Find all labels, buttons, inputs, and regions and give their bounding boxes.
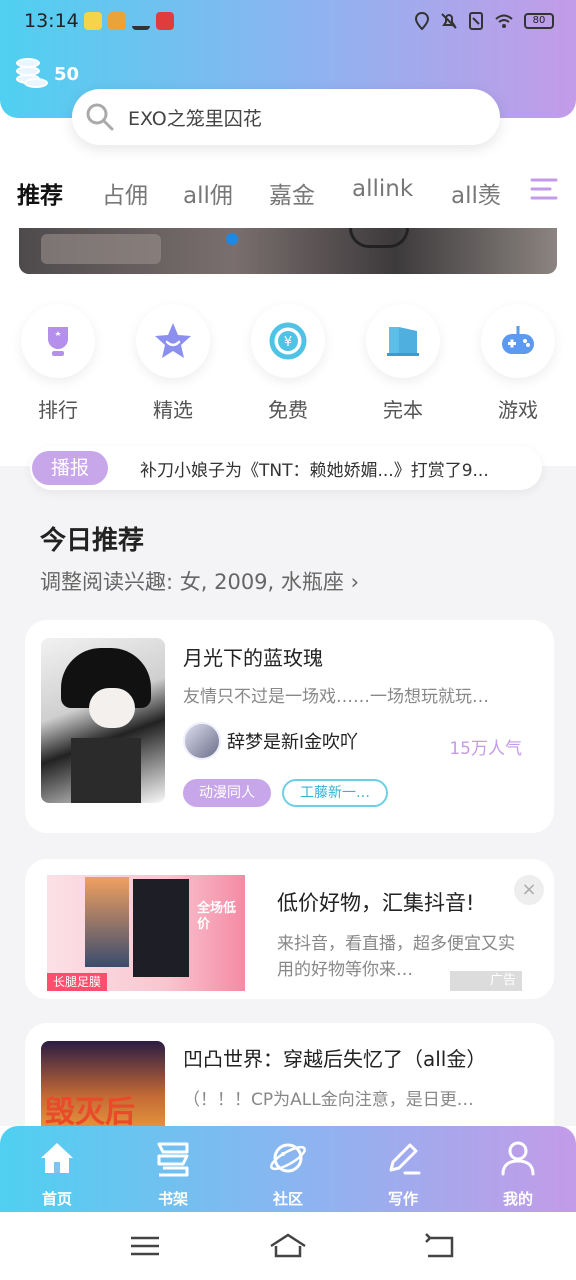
promo-banner[interactable] — [19, 228, 557, 274]
quick-free[interactable]: ¥ 免费 — [251, 304, 325, 423]
location-icon — [414, 12, 430, 30]
author-name: 辞梦是新l金吹吖 — [227, 732, 359, 753]
nav-write[interactable]: 写作 — [363, 1138, 443, 1209]
bottom-navigation: 首页 书架 社区 写作 我的 — [0, 1126, 576, 1212]
close-icon[interactable]: × — [514, 875, 544, 905]
genre-tag[interactable]: 动漫同人 — [183, 779, 271, 807]
tab-jiajin[interactable]: 嘉金 — [269, 176, 315, 210]
coin-balance[interactable]: 50 — [14, 58, 79, 90]
ad-title: 低价好物，汇集抖音! — [277, 891, 475, 915]
book-description: 友情只不过是一场戏……一场想玩就玩… — [183, 687, 489, 707]
app-notification-icon — [108, 12, 126, 30]
user-icon — [501, 1141, 535, 1176]
book-icon — [366, 304, 440, 378]
quick-label: 完本 — [383, 398, 423, 422]
section-title: 今日推荐 — [40, 526, 145, 556]
video-app-icon — [156, 12, 174, 30]
tab-allink[interactable]: allink — [352, 176, 413, 202]
menu-icon[interactable] — [125, 1230, 165, 1262]
status-bar: 13:14 80 — [0, 0, 576, 44]
nav-label: 书架 — [157, 1190, 188, 1208]
author-info: 辞梦是新l金吹吖 — [183, 722, 358, 760]
tab-all-xian[interactable]: all羡 — [451, 176, 501, 210]
category-menu-icon[interactable] — [526, 172, 562, 208]
trophy-icon — [21, 304, 95, 378]
status-indicators: 80 — [414, 12, 554, 30]
cover-art — [71, 738, 141, 803]
notification-icons — [84, 12, 174, 30]
avatar — [183, 722, 221, 760]
banner-artwork — [41, 234, 161, 264]
quick-games[interactable]: 游戏 — [481, 304, 555, 423]
quick-completed[interactable]: 完本 — [366, 304, 440, 423]
character-tag[interactable]: 工藤新一… — [282, 779, 388, 807]
app-notification-icon — [84, 12, 102, 30]
nav-label: 社区 — [272, 1190, 303, 1208]
status-time: 13:14 — [24, 10, 79, 32]
battery-indicator: 80 — [524, 13, 554, 29]
book-title: 凹凸世界：穿越后失忆了（all金） — [183, 1047, 487, 1071]
ad-image: 全场低价 长腿足膜 — [47, 875, 245, 991]
home-button-icon[interactable] — [268, 1230, 308, 1262]
book-cover-image — [41, 638, 165, 803]
popularity-count: 15万人气 — [449, 739, 522, 759]
reading-preference-link[interactable]: 调整阅读兴趣: 女, 2009, 水瓶座 › — [40, 566, 359, 596]
pencil-icon — [389, 1143, 421, 1175]
nav-label: 首页 — [41, 1190, 72, 1208]
ad-card[interactable]: 全场低价 长腿足膜 低价好物，汇集抖音! 来抖音，看直播，超多便宜又实用的好物等… — [25, 859, 554, 999]
ad-label: 广告 — [450, 971, 522, 991]
ad-artwork — [85, 877, 129, 967]
coin-count: 50 — [54, 63, 80, 85]
quick-featured[interactable]: 精选 — [136, 304, 210, 423]
book-title: 月光下的蓝玫瑰 — [183, 646, 323, 670]
planet-icon — [270, 1143, 306, 1173]
search-bar[interactable]: EXO之笼里囚花 — [72, 89, 500, 145]
announcement-bar[interactable]: 播报 补刀小娘子为《TNT：赖她娇媚...》打赏了9... — [30, 446, 542, 490]
nav-bookshelf[interactable]: 书架 — [133, 1138, 213, 1209]
crown-icon — [132, 12, 150, 30]
tab-all-yong[interactable]: all佣 — [183, 176, 233, 210]
cover-art — [89, 688, 135, 728]
book-description: （！！！CP为ALL金向注意，是日更… — [183, 1090, 474, 1110]
search-query: EXO之笼里囚花 — [128, 107, 262, 130]
category-tabs: 推荐 占佣 all佣 嘉金 allink all羡 — [0, 168, 576, 224]
quick-label: 排行 — [38, 398, 78, 422]
coin-icon — [14, 58, 48, 90]
bookshelf-icon — [157, 1142, 189, 1177]
quick-label: 免费 — [268, 398, 308, 422]
home-icon — [41, 1143, 73, 1173]
search-icon — [86, 103, 114, 131]
mute-icon — [441, 13, 457, 29]
svg-text:¥: ¥ — [284, 335, 292, 350]
tab-recommend[interactable]: 推荐 — [17, 176, 63, 210]
quick-label: 精选 — [153, 398, 193, 422]
nav-community[interactable]: 社区 — [248, 1138, 328, 1209]
nav-label: 写作 — [387, 1190, 418, 1208]
system-navigation-bar — [0, 1212, 576, 1280]
ad-image-caption: 长腿足膜 — [47, 973, 107, 991]
free-yen-icon: ¥ — [251, 304, 325, 378]
quick-label: 游戏 — [498, 398, 538, 422]
quick-ranking[interactable]: 排行 — [21, 304, 95, 423]
nav-label: 我的 — [502, 1190, 533, 1208]
announcement-badge: 播报 — [32, 451, 108, 485]
sim-icon — [469, 12, 483, 30]
back-icon[interactable] — [420, 1230, 460, 1262]
banner-artwork — [349, 228, 409, 248]
book-card[interactable]: 月光下的蓝玫瑰 友情只不过是一场戏……一场想玩就玩… 辞梦是新l金吹吖 15万人… — [25, 620, 554, 833]
ad-artwork — [133, 879, 189, 977]
tab-zhanyong[interactable]: 占佣 — [102, 176, 148, 210]
nav-profile[interactable]: 我的 — [478, 1138, 558, 1209]
announcement-text: 补刀小娘子为《TNT：赖她娇媚...》打赏了9... — [140, 460, 489, 481]
ad-image-text: 全场低价 — [197, 901, 237, 932]
star-icon — [136, 304, 210, 378]
gamepad-icon — [481, 304, 555, 378]
nav-home[interactable]: 首页 — [17, 1138, 97, 1209]
banner-page-indicator — [226, 233, 238, 245]
cover-title-text: 毁灭后 — [45, 1095, 135, 1130]
wifi-icon — [495, 14, 513, 28]
